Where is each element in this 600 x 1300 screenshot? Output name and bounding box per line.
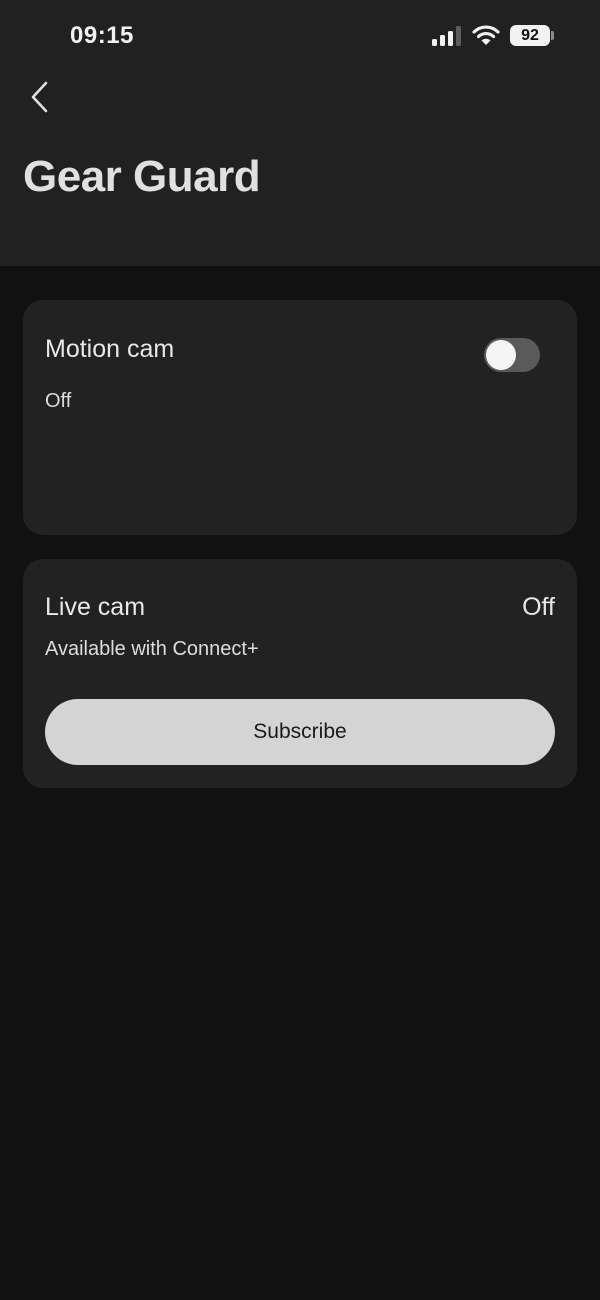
wifi-icon: [472, 25, 500, 45]
live-cam-title: Live cam: [45, 593, 146, 621]
motion-cam-card: Motion cam Off: [23, 300, 577, 535]
status-time: 09:15: [70, 22, 134, 49]
cellular-signal-icon: [432, 26, 461, 46]
status-bar: 09:15 92: [0, 0, 600, 72]
live-cam-status: Off: [522, 593, 555, 621]
subscribe-button[interactable]: Subscribe: [45, 699, 555, 765]
header: 09:15 92 Gear Guard: [0, 0, 600, 266]
battery-tip: [551, 31, 554, 40]
page-title: Gear Guard: [23, 152, 261, 201]
live-cam-subtitle: Available with Connect+: [45, 638, 259, 660]
battery-level: 92: [521, 26, 539, 44]
motion-cam-title: Motion cam: [45, 335, 175, 363]
motion-cam-status: Off: [45, 390, 72, 412]
chevron-left-icon[interactable]: [24, 78, 56, 116]
toggle-knob: [486, 340, 516, 370]
live-cam-card: Live cam Off Available with Connect+ Sub…: [23, 559, 577, 788]
battery-indicator: 92: [510, 25, 550, 46]
motion-cam-toggle[interactable]: [484, 338, 540, 372]
